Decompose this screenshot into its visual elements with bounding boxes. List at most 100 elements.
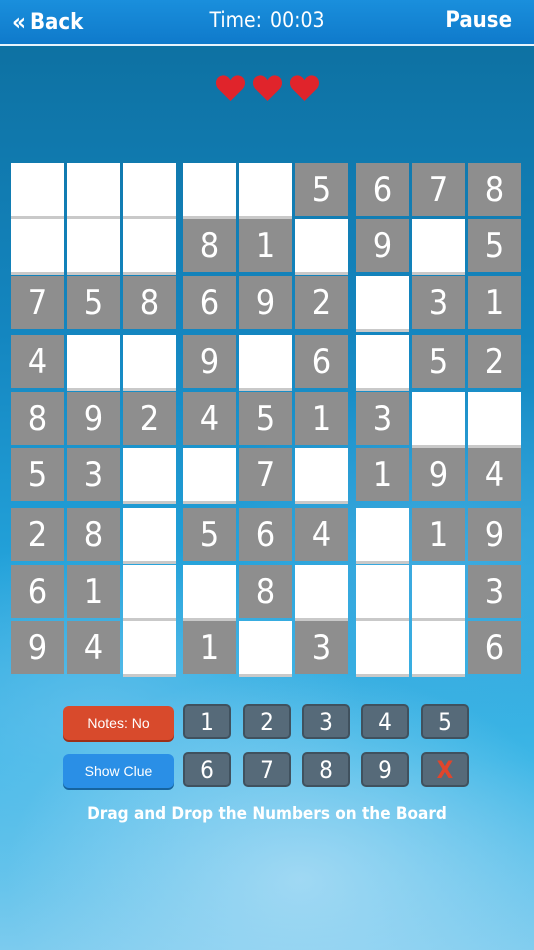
empty-cell[interactable] <box>412 219 465 272</box>
given-cell: 4 <box>67 621 120 674</box>
given-cell: 1 <box>356 448 409 501</box>
empty-cell[interactable] <box>356 508 409 561</box>
given-cell: 5 <box>412 335 465 388</box>
empty-cell[interactable] <box>123 448 176 501</box>
time-label: Time: <box>209 8 263 32</box>
given-cell: 9 <box>67 392 120 445</box>
given-cell: 8 <box>67 508 120 561</box>
given-cell: 6 <box>468 621 521 674</box>
empty-cell[interactable] <box>123 163 176 216</box>
top-bar: « Back Time: 00:03 Pause <box>0 0 534 46</box>
show-clue-button[interactable]: Show Clue <box>63 754 174 788</box>
given-cell: 8 <box>468 163 521 216</box>
given-cell: 8 <box>11 392 64 445</box>
given-cell: 6 <box>239 508 292 561</box>
given-cell: 1 <box>239 219 292 272</box>
given-cell: 1 <box>295 392 348 445</box>
sudoku-board: 5678819575869231496528924513537194285641… <box>11 163 523 677</box>
erase-key[interactable]: X <box>421 752 469 787</box>
number-key-8[interactable]: 8 <box>302 752 350 787</box>
empty-cell[interactable] <box>123 621 176 674</box>
empty-cell[interactable] <box>239 621 292 674</box>
empty-cell[interactable] <box>295 448 348 501</box>
given-cell: 1 <box>183 621 236 674</box>
notes-toggle-button[interactable]: Notes: No <box>63 706 174 740</box>
empty-cell[interactable] <box>11 163 64 216</box>
empty-cell[interactable] <box>356 565 409 618</box>
empty-cell[interactable] <box>123 565 176 618</box>
empty-cell[interactable] <box>412 621 465 674</box>
empty-cell[interactable] <box>412 565 465 618</box>
empty-cell[interactable] <box>183 163 236 216</box>
empty-cell[interactable] <box>67 335 120 388</box>
number-key-5[interactable]: 5 <box>421 704 469 739</box>
given-cell: 4 <box>295 508 348 561</box>
empty-cell[interactable] <box>67 163 120 216</box>
number-key-7[interactable]: 7 <box>243 752 291 787</box>
instruction-text: Drag and Drop the Numbers on the Board <box>87 804 447 824</box>
given-cell: 5 <box>239 392 292 445</box>
given-cell: 6 <box>356 163 409 216</box>
given-cell: 9 <box>412 448 465 501</box>
given-cell: 8 <box>183 219 236 272</box>
empty-cell[interactable] <box>183 565 236 618</box>
given-cell: 7 <box>11 276 64 329</box>
empty-cell[interactable] <box>412 392 465 445</box>
given-cell: 9 <box>239 276 292 329</box>
given-cell: 8 <box>123 276 176 329</box>
heart-icon <box>215 75 245 102</box>
given-cell: 9 <box>11 621 64 674</box>
given-cell: 3 <box>295 621 348 674</box>
number-key-4[interactable]: 4 <box>361 704 409 739</box>
given-cell: 9 <box>183 335 236 388</box>
given-cell: 1 <box>412 508 465 561</box>
number-key-6[interactable]: 6 <box>183 752 231 787</box>
number-key-9[interactable]: 9 <box>361 752 409 787</box>
given-cell: 6 <box>11 565 64 618</box>
empty-cell[interactable] <box>356 621 409 674</box>
empty-cell[interactable] <box>183 448 236 501</box>
given-cell: 5 <box>183 508 236 561</box>
given-cell: 2 <box>11 508 64 561</box>
empty-cell[interactable] <box>123 508 176 561</box>
given-cell: 7 <box>239 448 292 501</box>
empty-cell[interactable] <box>468 392 521 445</box>
given-cell: 9 <box>356 219 409 272</box>
given-cell: 1 <box>468 276 521 329</box>
given-cell: 2 <box>295 276 348 329</box>
empty-cell[interactable] <box>295 565 348 618</box>
empty-cell[interactable] <box>295 219 348 272</box>
given-cell: 6 <box>295 335 348 388</box>
given-cell: 3 <box>356 392 409 445</box>
empty-cell[interactable] <box>356 335 409 388</box>
number-key-1[interactable]: 1 <box>183 704 231 739</box>
empty-cell[interactable] <box>67 219 120 272</box>
given-cell: 3 <box>468 565 521 618</box>
given-cell: 2 <box>468 335 521 388</box>
given-cell: 9 <box>468 508 521 561</box>
number-key-3[interactable]: 3 <box>302 704 350 739</box>
empty-cell[interactable] <box>239 335 292 388</box>
empty-cell[interactable] <box>239 163 292 216</box>
given-cell: 6 <box>183 276 236 329</box>
empty-cell[interactable] <box>11 219 64 272</box>
heart-icon <box>289 75 319 102</box>
given-cell: 4 <box>183 392 236 445</box>
empty-cell[interactable] <box>356 276 409 329</box>
given-cell: 4 <box>11 335 64 388</box>
given-cell: 5 <box>11 448 64 501</box>
heart-icon <box>252 75 282 102</box>
given-cell: 1 <box>67 565 120 618</box>
given-cell: 5 <box>468 219 521 272</box>
given-cell: 5 <box>67 276 120 329</box>
given-cell: 5 <box>295 163 348 216</box>
empty-cell[interactable] <box>123 335 176 388</box>
pause-button[interactable]: Pause <box>445 8 512 33</box>
number-key-2[interactable]: 2 <box>243 704 291 739</box>
given-cell: 3 <box>67 448 120 501</box>
given-cell: 8 <box>239 565 292 618</box>
empty-cell[interactable] <box>123 219 176 272</box>
lives-indicator <box>0 74 534 102</box>
time-value: 00:03 <box>270 8 325 32</box>
given-cell: 3 <box>412 276 465 329</box>
